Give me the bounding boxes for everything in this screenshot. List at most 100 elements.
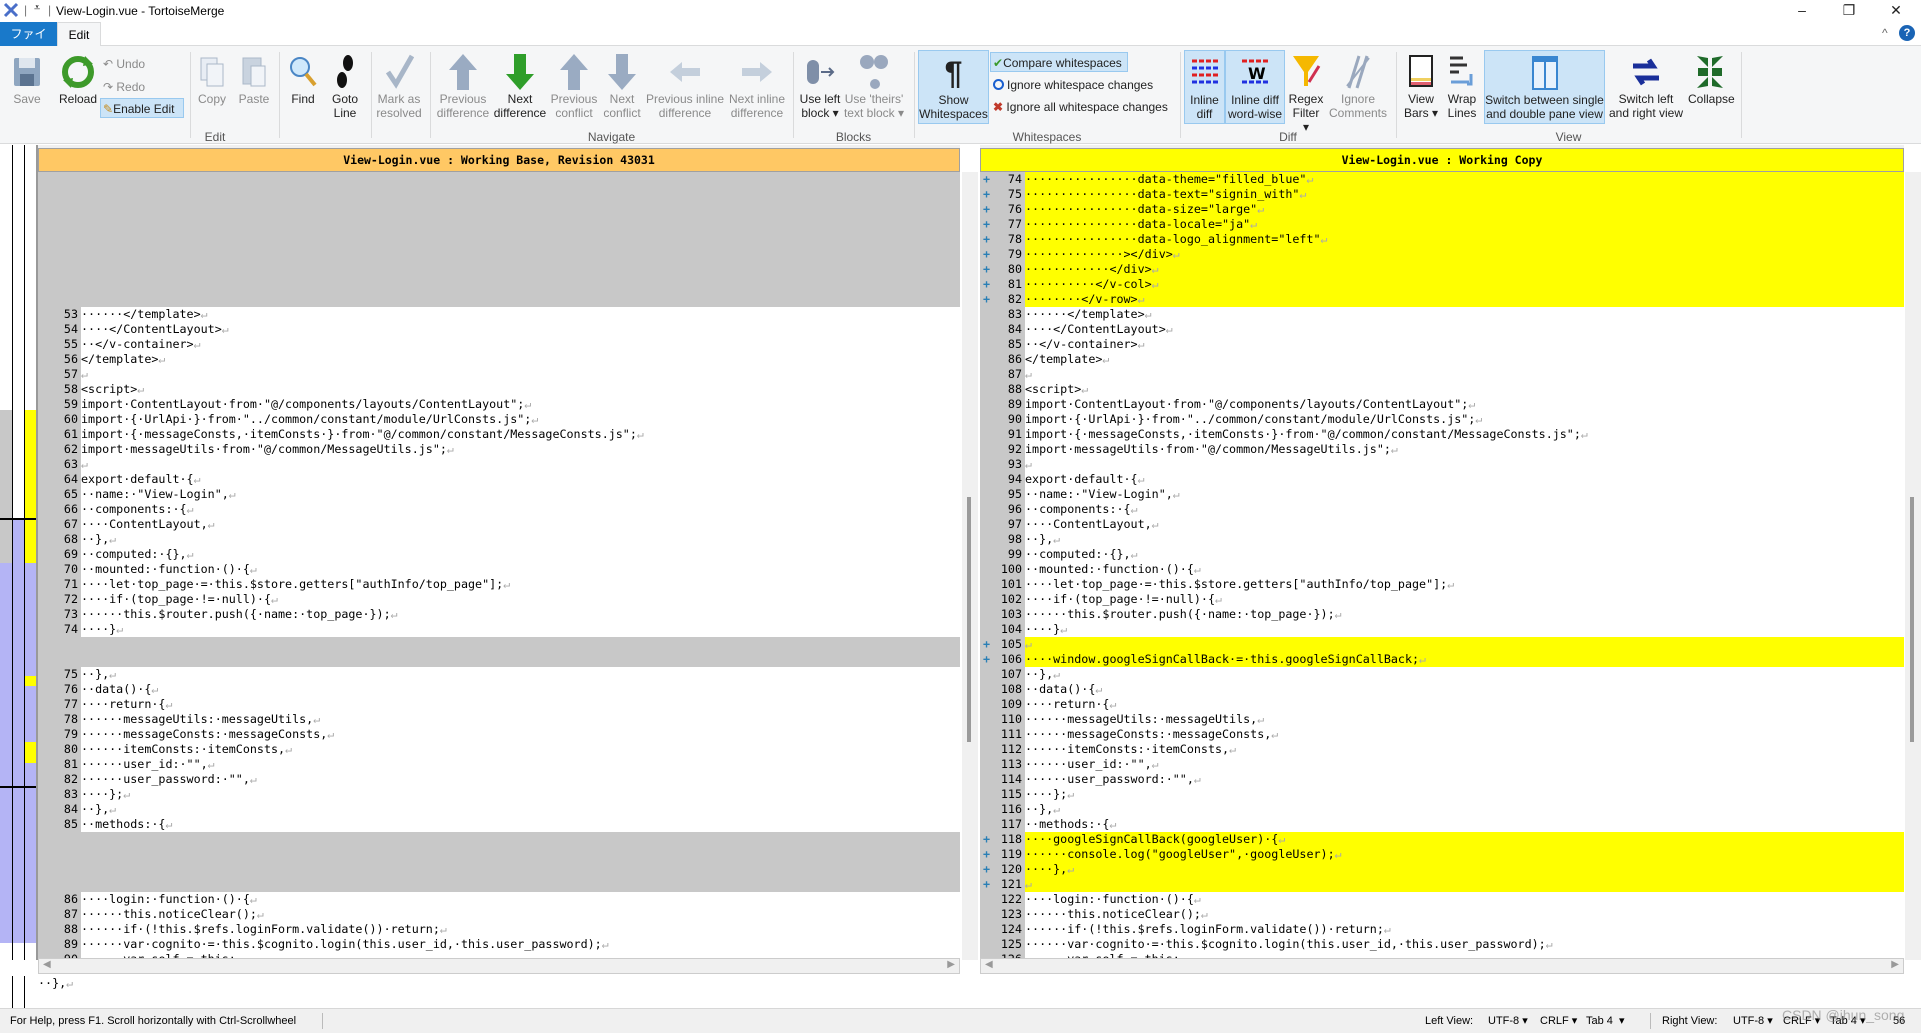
- code-line[interactable]: 109 ····return·{: [980, 697, 1904, 712]
- left-horizontal-scrollbar[interactable]: ◀ ▶: [38, 958, 960, 974]
- diff-gap-row[interactable]: [38, 637, 960, 652]
- code-line[interactable]: 107 ··},: [980, 667, 1904, 682]
- show-whitespaces-button[interactable]: ¶ Show Whitespaces: [918, 50, 989, 124]
- code-line[interactable]: 89 import·ContentLayout·from·"@/component…: [980, 397, 1904, 412]
- code-line[interactable]: 85 ··methods:·{: [38, 817, 960, 832]
- code-line[interactable]: 72 ····if·(top_page·!=·null)·{: [38, 592, 960, 607]
- collapse-button[interactable]: Collapse: [1688, 50, 1735, 124]
- code-line[interactable]: 78 + ················data-logo_alignment="…: [980, 232, 1904, 247]
- tab-file[interactable]: ファイル: [0, 22, 57, 65]
- right-vertical-scrollbar[interactable]: [1905, 172, 1921, 960]
- code-line[interactable]: 94 export·default·{: [980, 472, 1904, 487]
- code-line[interactable]: 116 ··},: [980, 802, 1904, 817]
- code-line[interactable]: 78 ······messageUtils:·messageUtils,: [38, 712, 960, 727]
- copy-button[interactable]: Copy: [196, 50, 228, 124]
- code-line[interactable]: 61 import·{·messageConsts,·itemConsts·}·f…: [38, 427, 960, 442]
- code-line[interactable]: 63: [38, 457, 960, 472]
- compare-whitespaces-option[interactable]: ✔Compare whitespaces: [990, 52, 1128, 72]
- diff-gap-row[interactable]: [38, 262, 960, 277]
- code-line[interactable]: 53 ······</template>: [38, 307, 960, 322]
- previous-conflict-button[interactable]: Previous conflict: [550, 50, 598, 124]
- redo-button[interactable]: ↷ Redo: [101, 77, 181, 97]
- code-line[interactable]: 87 ······this.noticeClear();: [38, 907, 960, 922]
- code-line[interactable]: 58 <script>: [38, 382, 960, 397]
- diff-gap-row[interactable]: [38, 652, 960, 667]
- reload-button[interactable]: Reload: [56, 50, 100, 124]
- code-line[interactable]: 83 ······</template>: [980, 307, 1904, 322]
- diff-locator-bar[interactable]: [0, 145, 38, 960]
- code-line[interactable]: 75 ··},: [38, 667, 960, 682]
- code-line[interactable]: 57: [38, 367, 960, 382]
- code-line[interactable]: 105 +: [980, 637, 1904, 652]
- code-line[interactable]: 76 ··data()·{: [38, 682, 960, 697]
- code-line[interactable]: 80 + ············</div>: [980, 262, 1904, 277]
- code-line[interactable]: 92 import·messageUtils·from·"@/common/Mes…: [980, 442, 1904, 457]
- ignore-comments-button[interactable]: Ignore Comments: [1328, 50, 1388, 124]
- code-line[interactable]: 77 ····return·{: [38, 697, 960, 712]
- switch-left-right-button[interactable]: Switch left and right view: [1607, 50, 1685, 124]
- code-line[interactable]: 93: [980, 457, 1904, 472]
- left-encoding-dropdown[interactable]: UTF-8 ▾: [1488, 1009, 1528, 1033]
- code-line[interactable]: 82 ······user_password:·"",: [38, 772, 960, 787]
- find-button[interactable]: Find: [286, 50, 320, 124]
- code-line[interactable]: 122 ····login:·function·()·{: [980, 892, 1904, 907]
- wrap-lines-button[interactable]: Wrap Lines: [1444, 50, 1480, 124]
- code-line[interactable]: 69 ··computed:·{},: [38, 547, 960, 562]
- code-line[interactable]: 77 + ················data-locale="ja": [980, 217, 1904, 232]
- regex-filter-button[interactable]: Regex Filter ▾: [1288, 50, 1324, 134]
- diff-gap-row[interactable]: [38, 247, 960, 262]
- code-line[interactable]: 96 ··components:·{: [980, 502, 1904, 517]
- diff-gap-row[interactable]: [38, 292, 960, 307]
- scroll-right-icon[interactable]: ▶: [947, 959, 955, 970]
- code-line[interactable]: 119 + ······console.log("googleUser",·goog…: [980, 847, 1904, 862]
- code-line[interactable]: 85 ··</v-container>: [980, 337, 1904, 352]
- code-line[interactable]: 114 ······user_password:·"",: [980, 772, 1904, 787]
- diff-gap-row[interactable]: [38, 862, 960, 877]
- code-line[interactable]: 68 ··},: [38, 532, 960, 547]
- code-line[interactable]: 65 ··name:·"View-Login",: [38, 487, 960, 502]
- next-inline-difference-button[interactable]: Next inline difference: [725, 50, 789, 124]
- diff-gap-row[interactable]: [38, 172, 960, 187]
- code-line[interactable]: 123 ······this.noticeClear();: [980, 907, 1904, 922]
- code-line[interactable]: 125 ······var·cognito·=·this.$cognito.log…: [980, 937, 1904, 952]
- code-line[interactable]: 79 ······messageConsts:·messageConsts,: [38, 727, 960, 742]
- code-line[interactable]: 118 + ····googleSignCallBack(googleUser)·{: [980, 832, 1904, 847]
- minimize-button[interactable]: –: [1782, 2, 1822, 20]
- code-line[interactable]: 112 ······itemConsts:·itemConsts,: [980, 742, 1904, 757]
- ignore-all-whitespace-option[interactable]: ✖ Ignore all whitespace changes: [991, 97, 1171, 117]
- right-horizontal-scrollbar[interactable]: ◀ ▶: [980, 958, 1904, 974]
- code-line[interactable]: 88 ······if·(!this.$refs.loginForm.valida…: [38, 922, 960, 937]
- scroll-left-icon[interactable]: ◀: [43, 959, 51, 970]
- code-line[interactable]: 88 <script>: [980, 382, 1904, 397]
- code-line[interactable]: 100 ··mounted:·function·()·{: [980, 562, 1904, 577]
- code-line[interactable]: 80 ······itemConsts:·itemConsts,: [38, 742, 960, 757]
- code-line[interactable]: 111 ······messageConsts:·messageConsts,: [980, 727, 1904, 742]
- paste-button[interactable]: Paste: [236, 50, 272, 124]
- undo-button[interactable]: ↶ Undo: [101, 54, 181, 74]
- code-line[interactable]: 90 import·{·UrlApi·}·from·"../common/cons…: [980, 412, 1904, 427]
- inline-diff-button[interactable]: Inline diff: [1184, 50, 1225, 124]
- left-eol-dropdown[interactable]: CRLF ▾: [1540, 1009, 1577, 1033]
- diff-gap-row[interactable]: [38, 877, 960, 892]
- code-line[interactable]: 66 ··components:·{: [38, 502, 960, 517]
- left-tab-dropdown[interactable]: Tab 4 ▾: [1586, 1009, 1625, 1033]
- close-button[interactable]: ✕: [1876, 2, 1916, 20]
- previous-inline-difference-button[interactable]: Previous inline difference: [645, 50, 725, 124]
- viewport-indicator[interactable]: [0, 518, 36, 788]
- use-left-block-button[interactable]: Use left block ▾: [798, 50, 842, 124]
- code-line[interactable]: 54 ····</ContentLayout>: [38, 322, 960, 337]
- next-conflict-button[interactable]: Next conflict: [600, 50, 644, 124]
- scroll-left-icon[interactable]: ◀: [985, 959, 993, 970]
- code-line[interactable]: 82 + ········</v-row>: [980, 292, 1904, 307]
- quick-access-dropdown-icon[interactable]: ⩡: [34, 2, 40, 15]
- code-line[interactable]: 74 ····}: [38, 622, 960, 637]
- mark-resolved-button[interactable]: Mark as resolved: [376, 50, 422, 124]
- code-line[interactable]: 84 ····</ContentLayout>: [980, 322, 1904, 337]
- scroll-right-icon[interactable]: ▶: [1891, 959, 1899, 970]
- code-line[interactable]: 75 + ················data-text="signin_wit…: [980, 187, 1904, 202]
- right-code-view[interactable]: 74 + ················data-theme="filled_bl…: [980, 172, 1904, 958]
- code-line[interactable]: 106 + ····window.googleSignCallBack·=·this…: [980, 652, 1904, 667]
- scroll-thumb[interactable]: [967, 497, 971, 742]
- diff-gap-row[interactable]: [38, 217, 960, 232]
- code-line[interactable]: 124 ······if·(!this.$refs.loginForm.valid…: [980, 922, 1904, 937]
